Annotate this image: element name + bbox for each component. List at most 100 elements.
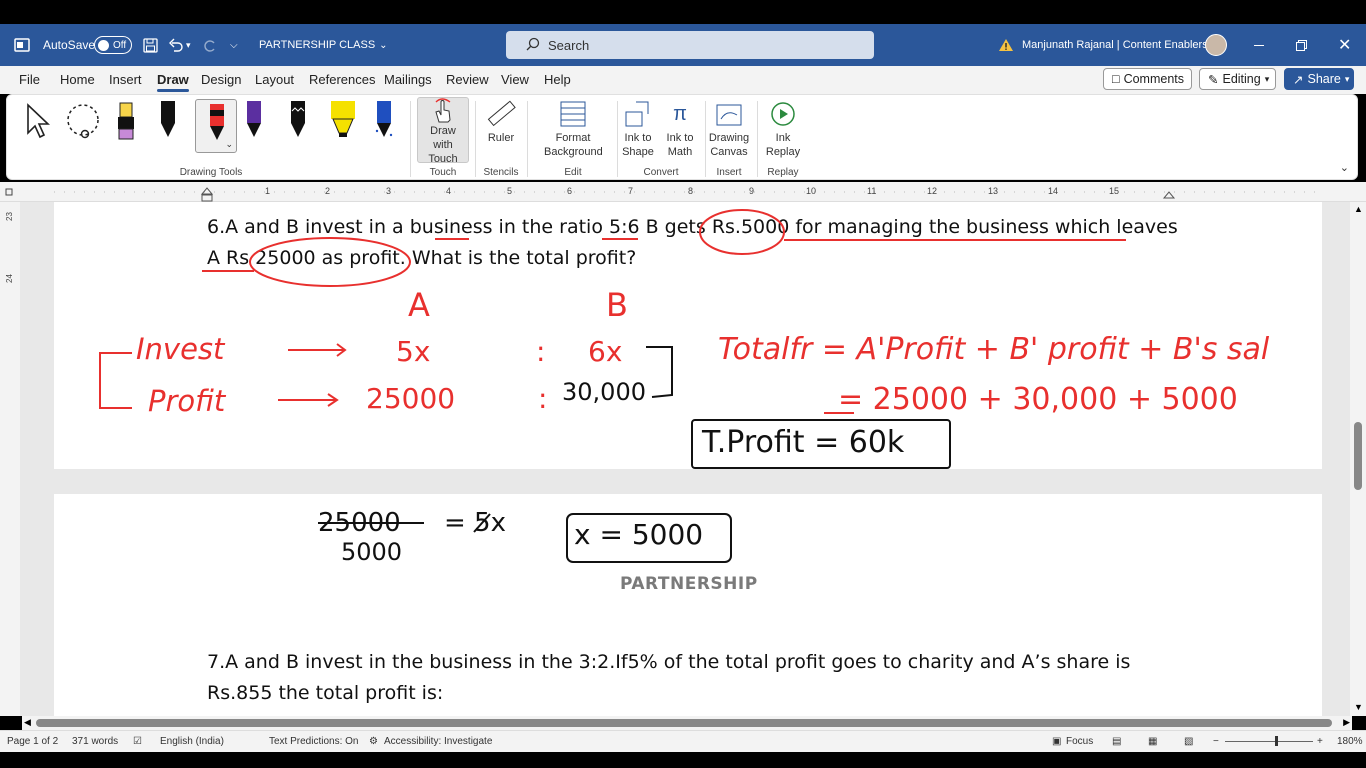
touch-hand-icon <box>425 98 461 124</box>
document-canvas[interactable]: 6.A and B invest in a business in the ra… <box>0 202 1366 716</box>
ribbon-separator <box>475 101 476 177</box>
word-window: AutoSave Off ▾ ⌵ PARTNERSHIP CLASS ⌄ Sea… <box>0 0 1366 768</box>
ribbon-separator <box>757 101 758 177</box>
vertical-scroll-thumb[interactable] <box>1354 422 1362 490</box>
ribbon-draw: ⌄ Drawing Tools Draw with Touch Touch Ru… <box>6 94 1358 180</box>
warning-icon <box>998 24 1014 66</box>
ink-to-math-button[interactable]: π Ink to Math <box>661 97 699 159</box>
vertical-scrollbar[interactable]: ▲ ▼ <box>1350 202 1366 716</box>
language-label[interactable]: English (India) <box>160 736 224 747</box>
tab-help[interactable]: Help <box>544 72 571 87</box>
yellow-highlighter-icon[interactable] <box>329 99 357 144</box>
ruler-ticks <box>5 187 1320 202</box>
proofing-icon[interactable]: ☑ <box>133 736 142 747</box>
drawing-canvas-button[interactable]: Drawing Canvas <box>707 97 751 159</box>
customize-qat-icon[interactable]: ⌵ <box>230 24 238 66</box>
black-pencil-icon[interactable] <box>287 99 309 144</box>
tab-view[interactable]: View <box>501 72 529 87</box>
title-bar: AutoSave Off ▾ ⌵ PARTNERSHIP CLASS ⌄ Sea… <box>0 24 1366 66</box>
ruler-button[interactable]: Ruler <box>481 97 521 145</box>
undo-icon[interactable]: ▾ <box>168 24 191 66</box>
zoom-out-icon[interactable]: − <box>1213 736 1219 747</box>
tab-mailings[interactable]: Mailings <box>384 72 432 87</box>
tab-design[interactable]: Design <box>201 72 241 87</box>
word-app-icon <box>14 24 30 66</box>
ruler-number: 23 <box>4 212 14 221</box>
avatar[interactable] <box>1205 24 1227 66</box>
ruler-label: Ruler <box>487 132 515 144</box>
ruler-number: 12 <box>927 186 938 196</box>
ink-replay-button[interactable]: Ink Replay <box>763 97 803 159</box>
zoom-in-icon[interactable]: + <box>1317 736 1323 747</box>
zoom-slider-thumb[interactable] <box>1275 736 1278 746</box>
horizontal-scroll-thumb[interactable] <box>36 719 1332 727</box>
tab-review[interactable]: Review <box>446 72 489 87</box>
highlighter-pen-icon[interactable] <box>115 101 137 144</box>
select-pointer-icon[interactable] <box>25 103 51 142</box>
tab-draw[interactable]: Draw <box>157 72 189 92</box>
accessibility-label[interactable]: Accessibility: Investigate <box>384 736 492 747</box>
purple-pen-icon[interactable] <box>243 99 265 144</box>
redo-icon[interactable] <box>202 24 218 66</box>
ruler-number: 9 <box>749 186 755 196</box>
tab-file[interactable]: File <box>19 72 40 87</box>
document-title[interactable]: PARTNERSHIP CLASS ⌄ <box>259 24 388 66</box>
scroll-right-icon[interactable]: ▶ <box>1343 717 1350 728</box>
ink-to-shape-icon <box>620 97 656 131</box>
close-icon[interactable]: ✕ <box>1338 24 1351 66</box>
print-layout-icon[interactable]: ▦ <box>1148 736 1157 747</box>
scroll-left-icon[interactable]: ◀ <box>24 717 31 728</box>
zoom-level[interactable]: 180% <box>1337 736 1363 747</box>
ruler-number: 6 <box>567 186 573 196</box>
ruler-number: 8 <box>688 186 694 196</box>
document-page[interactable]: 25000 = 5x 5000 x = 5000 PARTNERSHIP 7.A… <box>54 494 1322 716</box>
focus-button[interactable]: Focus <box>1066 736 1093 747</box>
autosave-toggle[interactable]: Off <box>94 24 132 66</box>
minimize-icon[interactable] <box>1254 24 1264 66</box>
group-replay: Replay <box>767 167 799 178</box>
read-mode-icon[interactable]: ▤ <box>1112 736 1121 747</box>
search-placeholder: Search <box>548 37 590 53</box>
vertical-ruler[interactable]: 23 24 <box>0 202 20 716</box>
question-7-line-2: Rs.855 the total profit is: <box>207 682 444 704</box>
text-predictions-label[interactable]: Text Predictions: On <box>269 736 358 747</box>
ink-profit-b: 30,000 <box>562 378 646 406</box>
scroll-down-icon[interactable]: ▼ <box>1354 702 1363 712</box>
editing-label: Editing <box>1222 72 1261 86</box>
tab-references[interactable]: References <box>309 72 375 87</box>
comments-button[interactable]: □ Comments <box>1103 68 1192 90</box>
horizontal-ruler[interactable]: 1 2 3 4 5 6 7 8 9 10 11 12 13 14 15 <box>0 182 1366 202</box>
ink-to-math-label: Ink to Math <box>666 132 694 158</box>
page-count[interactable]: Page 1 of 2 <box>7 736 58 747</box>
collapse-ribbon-icon[interactable]: ⌄ <box>1340 161 1349 174</box>
scroll-up-icon[interactable]: ▲ <box>1354 204 1363 214</box>
share-icon: ↗ <box>1293 72 1304 87</box>
editing-button[interactable]: ✎ Editing ▾ <box>1199 68 1276 90</box>
red-pen-selected[interactable]: ⌄ <box>195 99 237 153</box>
document-page[interactable]: 6.A and B invest in a business in the ra… <box>54 202 1322 469</box>
user-name[interactable]: Manjunath Rajanal | Content Enablers <box>1022 24 1208 66</box>
tab-insert[interactable]: Insert <box>109 72 142 87</box>
black-pen-icon[interactable] <box>157 99 179 144</box>
horizontal-scrollbar[interactable]: ◀ ▶ <box>22 716 1352 730</box>
restore-icon[interactable] <box>1296 24 1307 66</box>
search-box[interactable]: Search <box>506 31 874 59</box>
ink-col-b: B <box>606 286 628 324</box>
galaxy-pen-icon[interactable] <box>373 99 395 144</box>
tab-home[interactable]: Home <box>60 72 95 87</box>
share-button[interactable]: ↗ Share ▾ <box>1284 68 1354 90</box>
format-background-button[interactable]: Format Background <box>533 97 613 159</box>
save-icon[interactable] <box>143 24 158 66</box>
word-count[interactable]: 371 words <box>72 736 118 747</box>
page-heading: PARTNERSHIP <box>620 574 758 594</box>
ink-ratio-colon: : <box>538 382 548 415</box>
ink-to-shape-button[interactable]: Ink to Shape <box>619 97 657 159</box>
draw-with-touch-button[interactable]: Draw with Touch <box>417 97 469 165</box>
lasso-select-icon[interactable] <box>65 103 105 144</box>
group-edit: Edit <box>564 167 582 178</box>
zoom-slider[interactable] <box>1225 741 1313 742</box>
format-background-label: Format Background <box>544 132 603 158</box>
tab-layout[interactable]: Layout <box>255 72 294 87</box>
web-layout-icon[interactable]: ▧ <box>1184 736 1193 747</box>
pencil-icon: ✎ <box>1208 72 1219 87</box>
